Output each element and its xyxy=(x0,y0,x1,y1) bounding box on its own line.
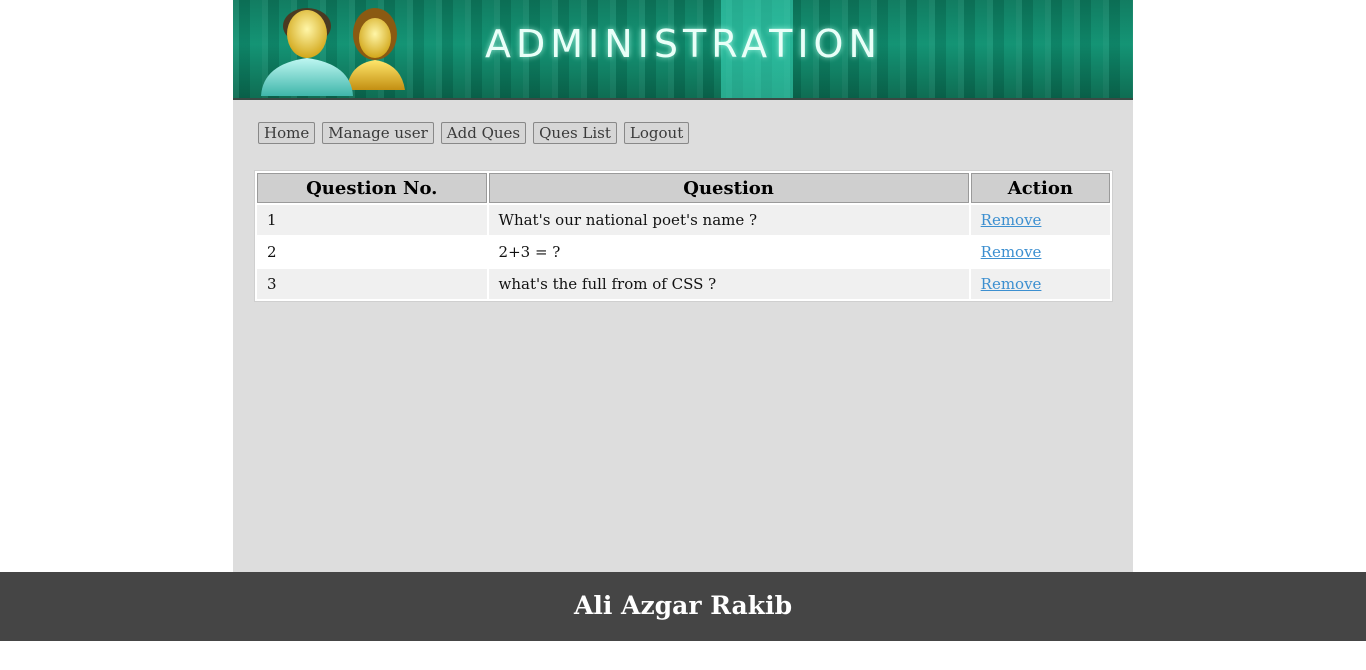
question-number-cell: 3 xyxy=(257,269,487,299)
question-text-cell: 2+3 = ? xyxy=(488,237,969,267)
nav-logout-button[interactable]: Logout xyxy=(623,122,690,144)
action-cell: Remove xyxy=(970,205,1110,235)
nav-ques-list-button[interactable]: Ques List xyxy=(533,122,617,144)
banner-title: ADMINISTRATION xyxy=(485,22,882,66)
action-cell: Remove xyxy=(970,269,1110,299)
question-number-cell: 2 xyxy=(257,237,487,267)
remove-link[interactable]: Remove xyxy=(981,275,1042,293)
column-header-action: Action xyxy=(970,173,1110,203)
column-header-question-no: Question No. xyxy=(257,173,487,203)
header-banner: ADMINISTRATION xyxy=(233,0,1133,100)
table-header-row: Question No. Question Action xyxy=(257,173,1110,203)
nav-bar: Home Manage user Add Ques Ques List Logout xyxy=(258,122,696,144)
remove-link[interactable]: Remove xyxy=(981,211,1042,229)
question-text-cell: what's the full from of CSS ? xyxy=(488,269,969,299)
footer: Ali Azgar Rakib xyxy=(0,572,1366,641)
nav-add-ques-button[interactable]: Add Ques xyxy=(440,122,527,144)
question-text-cell: What's our national poet's name ? xyxy=(488,205,969,235)
footer-author: Ali Azgar Rakib xyxy=(573,591,793,620)
nav-home-button[interactable]: Home xyxy=(258,122,316,144)
table-row: 1 What's our national poet's name ? Remo… xyxy=(257,205,1110,235)
question-number-cell: 1 xyxy=(257,205,487,235)
action-cell: Remove xyxy=(970,237,1110,267)
main-container: ADMINISTRATION Home Manage user Add Ques Qu… xyxy=(233,0,1133,572)
nav-manage-user-button[interactable]: Manage user xyxy=(322,122,434,144)
table-row: 2 2+3 = ? Remove xyxy=(257,237,1110,267)
question-table: Question No. Question Action 1 What's ou… xyxy=(254,170,1113,302)
remove-link[interactable]: Remove xyxy=(981,243,1042,261)
users-icon xyxy=(261,8,405,96)
column-header-question: Question xyxy=(488,173,969,203)
table-row: 3 what's the full from of CSS ? Remove xyxy=(257,269,1110,299)
